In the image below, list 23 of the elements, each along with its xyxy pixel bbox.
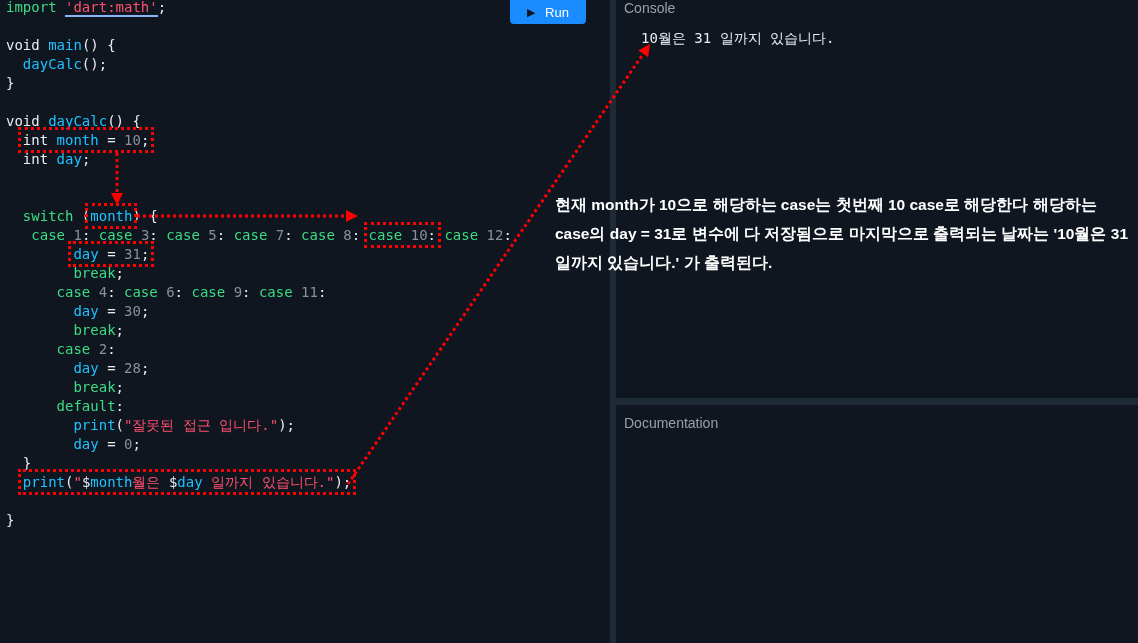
code-line: case 2: [55,340,116,359]
code-line: import 'dart:math'; [6,0,167,17]
code-line: day = 28; [72,359,150,378]
code-line: print("잘못된 접근 입니다."); [72,416,296,435]
code-line: break; [72,378,124,397]
code-line: day = 0; [72,435,141,454]
annotation-note: 현재 month가 10으로 해당하는 case는 첫번째 10 case로 해당한다 해당하는 case의 day = 31로 변수에 다 저장됨으로 마지막으로 출력되는 날짜는 '10월은 31 일까지 있습니다.' 가 출력된다. [555,195,1130,273]
code-line: } [6,74,15,93]
code-line: int day; [21,150,91,169]
code-line: void main() { [6,36,116,55]
documentation-title: Documentation [624,414,720,432]
code-line: day = 30; [72,302,150,321]
code-line: break; [72,264,124,283]
code-line: dayCalc(); [21,55,108,74]
play-icon: ▶ [527,5,536,19]
dotted-arrow [111,153,123,205]
console-output: 10월은 31 일까지 있습니다. [641,29,835,47]
code-line: break; [72,321,124,340]
code-line: } [6,511,15,530]
code-line: case 4: case 6: case 9: case 11: [55,283,327,302]
run-button[interactable]: ▶ Run [510,0,586,24]
console-title: Console [624,0,677,17]
code-line: default: [55,397,124,416]
